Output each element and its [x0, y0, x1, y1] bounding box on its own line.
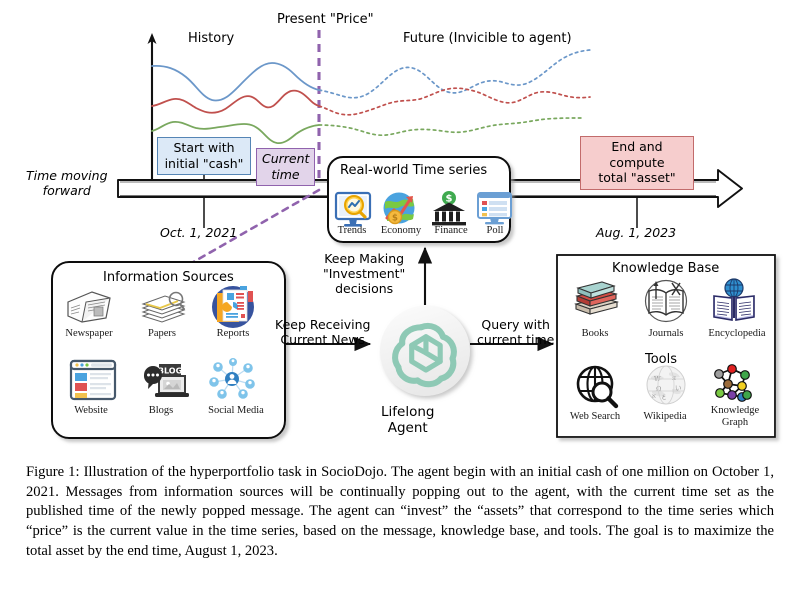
- browser-window-icon: [69, 359, 117, 401]
- figure-illustration: $ $ BLOG W я Ω い ع א History Present "Pr…: [0, 0, 796, 455]
- arrow-label-query-line2: current time: [477, 331, 555, 347]
- information-sources-box-title: Information Sources: [103, 270, 234, 285]
- icon-caption-reports: Reports: [216, 328, 250, 339]
- callout-start-with-initial-cash: Start with initial "cash": [157, 137, 251, 175]
- chart-label-history: History: [188, 31, 235, 46]
- icon-caption-books: Books: [581, 328, 609, 339]
- icon-caption-website: Website: [74, 405, 108, 416]
- icon-caption-knowledge-graph: Knowledge Graph: [699, 405, 771, 428]
- timeline-end-date: Aug. 1, 2023: [596, 225, 677, 240]
- icon-caption-trends: Trends: [337, 225, 367, 236]
- icon-caption-finance: Finance: [434, 225, 468, 236]
- icon-caption-web-search: Web Search: [569, 411, 621, 422]
- callout-current-time: Current time: [256, 148, 315, 186]
- lifelong-agent[interactable]: [380, 306, 470, 396]
- arrow-label-invest-line3: decisions: [335, 280, 394, 296]
- icon-caption-encyclopedia: Encyclopedia: [708, 328, 766, 339]
- tools-section-title: Tools: [645, 352, 678, 367]
- icon-caption-journals: Journals: [648, 328, 684, 339]
- icon-caption-kg-line2: Graph: [721, 416, 749, 428]
- chart-label-future: Future (Invicible to agent): [403, 31, 572, 46]
- arrow-label-news-line2: Current News: [280, 331, 366, 347]
- arrow-label-investment-decisions: Keep Making "Investment" decisions: [323, 251, 406, 296]
- callout-end-line1: End and compute: [609, 139, 665, 170]
- timeline-axis-label: Time moving forward: [26, 168, 108, 199]
- arrow-label-query-with-current-time: Query with current time: [477, 317, 555, 348]
- timeline-axis-label-line1: Time moving: [26, 168, 108, 183]
- icon-caption-poll: Poll: [486, 225, 504, 236]
- callout-current-line1: Current: [262, 151, 310, 166]
- arrow-label-invest-line2: "Investment": [323, 265, 406, 281]
- icon-caption-social-media: Social Media: [208, 405, 264, 416]
- open-journal-icon: [644, 279, 688, 323]
- agent-label-line1: Lifelong: [381, 404, 435, 420]
- callout-end-line2: total "asset": [598, 170, 676, 185]
- arrow-label-keep-receiving-current-news: Keep Receiving Current News: [275, 317, 371, 348]
- arrow-label-invest-line1: Keep Making: [324, 251, 405, 266]
- figure-caption: Figure 1: Illustration of the hyperportf…: [26, 464, 774, 559]
- callout-end-and-compute-total-asset: End and compute total "asset": [580, 136, 694, 190]
- chart-label-present-price: Present "Price": [277, 12, 374, 27]
- arrow-label-query-line1: Query with: [481, 317, 550, 332]
- timeline-axis-label-line2: forward: [42, 182, 91, 198]
- lifelong-agent-label: Lifelong Agent: [381, 404, 435, 437]
- knowledge-base-box-title: Knowledge Base: [612, 261, 720, 276]
- icon-caption-newspaper: Newspaper: [65, 328, 113, 339]
- callout-start-line2: initial "cash": [164, 155, 244, 171]
- icon-caption-papers: Papers: [148, 328, 176, 339]
- wikipedia-globe-icon: Wя Ωい عא: [646, 365, 686, 405]
- arrow-label-news-line1: Keep Receiving: [275, 317, 371, 332]
- callout-start-line1: Start with: [173, 140, 235, 155]
- chart-y-axis: [147, 33, 157, 184]
- icon-caption-kg-line1: Knowledge: [710, 405, 760, 416]
- series-red: [151, 87, 591, 116]
- globe-chart-icon: $: [383, 192, 415, 225]
- callout-current-line2: time: [271, 166, 300, 182]
- agent-label-line2: Agent: [387, 419, 428, 436]
- reports-chart-icon: [212, 286, 254, 328]
- time-series-box-title: Real-world Time series: [340, 163, 488, 178]
- icon-caption-economy: Economy: [380, 225, 422, 236]
- icon-caption-wikipedia: Wikipedia: [643, 411, 687, 422]
- svg-text:א: א: [652, 392, 656, 400]
- svg-text:$: $: [392, 214, 398, 224]
- timeline-start-date: Oct. 1, 2021: [160, 225, 238, 240]
- series-blue: [151, 49, 591, 102]
- icon-caption-blogs: Blogs: [148, 405, 174, 416]
